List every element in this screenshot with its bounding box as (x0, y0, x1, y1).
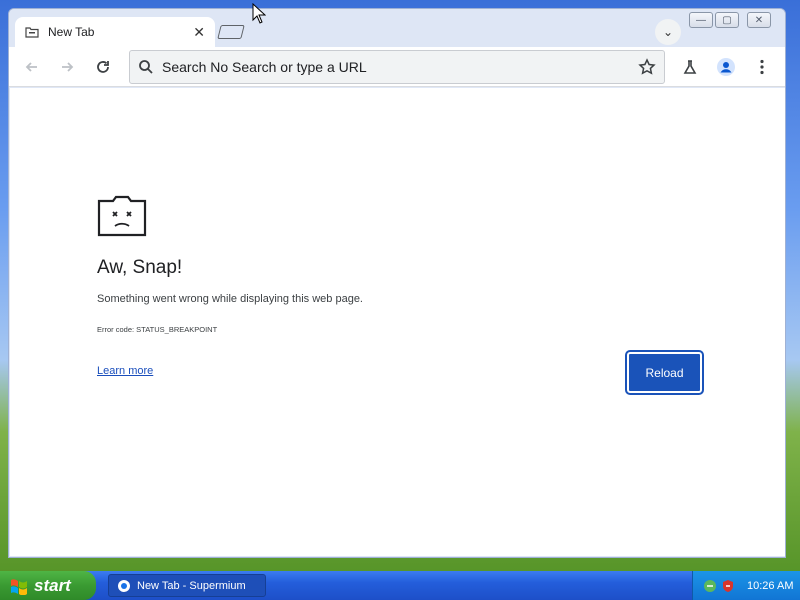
labs-flask-icon (683, 60, 697, 74)
reload-icon (97, 61, 109, 73)
taskbar: start New Tab - Supermium 10:26 AM (0, 571, 800, 600)
new-tab-button[interactable] (217, 25, 245, 39)
page-content: Aw, Snap! Something went wrong while dis… (10, 88, 785, 556)
security-shield-icon[interactable] (721, 579, 735, 593)
omnibox-text[interactable]: Search No Search or type a URL (162, 59, 638, 75)
system-tray: 10:26 AM (692, 571, 800, 600)
tab-close-icon[interactable]: ✕ (193, 24, 205, 41)
back-arrow-icon (25, 62, 37, 72)
menu-button[interactable] (751, 56, 773, 78)
sad-tab-icon (97, 195, 147, 237)
reload-button[interactable]: Reload (625, 350, 704, 395)
omnibox[interactable]: Search No Search or type a URL (129, 50, 665, 84)
learn-more-link[interactable]: Learn more (97, 365, 153, 377)
minimize-button[interactable]: — (689, 12, 713, 28)
forward-arrow-icon (62, 62, 74, 72)
profile-button[interactable] (715, 56, 737, 78)
labs-button[interactable] (679, 56, 701, 78)
browser-toolbar: Search No Search or type a URL (9, 47, 785, 87)
star-icon[interactable] (638, 58, 656, 76)
title-bar: New Tab ✕ ⌄ — ▢ ✕ (9, 9, 785, 47)
tab-search-chevron-icon[interactable]: ⌄ (655, 19, 681, 45)
clock: 10:26 AM (747, 579, 794, 592)
back-button[interactable] (21, 56, 43, 78)
start-button[interactable]: start (0, 571, 96, 600)
profile-icon (717, 58, 735, 76)
window-controls: — ▢ ✕ (689, 12, 771, 28)
error-heading: Aw, Snap! (97, 257, 183, 278)
close-window-button[interactable]: ✕ (747, 12, 771, 28)
taskbar-item-supermium[interactable]: New Tab - Supermium (108, 574, 266, 597)
tab-new-tab[interactable]: New Tab ✕ (15, 17, 215, 47)
forward-button[interactable] (56, 56, 78, 78)
network-icon[interactable] (703, 579, 717, 593)
maximize-button[interactable]: ▢ (715, 12, 739, 28)
browser-window: New Tab ✕ ⌄ — ▢ ✕ Search No Search or ty… (8, 8, 786, 558)
mouse-cursor-icon (252, 3, 266, 24)
windows-flag-icon (11, 578, 27, 595)
error-code: Error code: STATUS_BREAKPOINT (97, 325, 218, 334)
search-icon (139, 60, 153, 74)
error-description: Something went wrong while displaying th… (97, 293, 363, 305)
tab-title: New Tab (48, 25, 95, 39)
folder-tab-icon (25, 27, 39, 38)
taskbar-item-label: New Tab - Supermium (137, 579, 246, 592)
reload-page-button[interactable] (92, 56, 114, 78)
start-label: start (34, 575, 71, 595)
menu-dots-icon (760, 59, 764, 75)
supermium-app-icon (118, 579, 130, 592)
